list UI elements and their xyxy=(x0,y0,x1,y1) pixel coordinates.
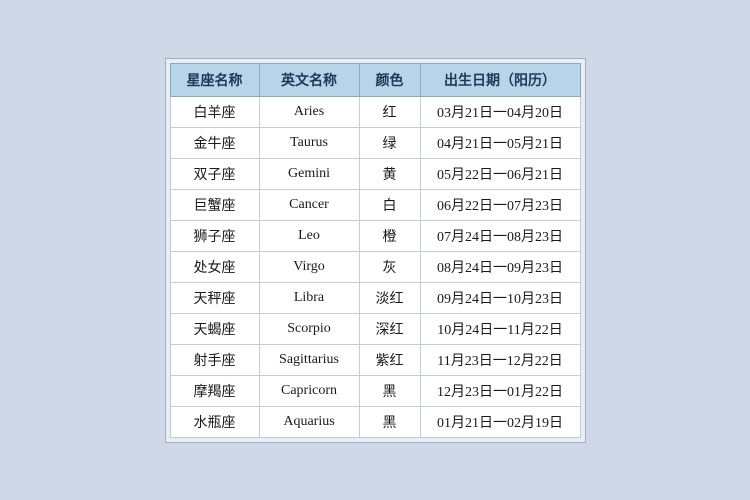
zodiac-table-container: 星座名称 英文名称 颜色 出生日期（阳历） 白羊座Aries红03月21日一04… xyxy=(165,58,586,443)
cell-date: 03月21日一04月20日 xyxy=(420,96,580,127)
table-row: 天秤座Libra淡红09月24日一10月23日 xyxy=(170,282,580,313)
cell-color: 深红 xyxy=(359,313,420,344)
cell-en: Leo xyxy=(259,220,359,251)
cell-date: 12月23日一01月22日 xyxy=(420,375,580,406)
cell-en: Libra xyxy=(259,282,359,313)
table-row: 金牛座Taurus绿04月21日一05月21日 xyxy=(170,127,580,158)
table-row: 处女座Virgo灰08月24日一09月23日 xyxy=(170,251,580,282)
cell-en: Capricorn xyxy=(259,375,359,406)
cell-en: Scorpio xyxy=(259,313,359,344)
table-header-row: 星座名称 英文名称 颜色 出生日期（阳历） xyxy=(170,63,580,96)
cell-date: 07月24日一08月23日 xyxy=(420,220,580,251)
table-row: 白羊座Aries红03月21日一04月20日 xyxy=(170,96,580,127)
cell-color: 橙 xyxy=(359,220,420,251)
table-row: 狮子座Leo橙07月24日一08月23日 xyxy=(170,220,580,251)
cell-zh: 白羊座 xyxy=(170,96,259,127)
cell-color: 黑 xyxy=(359,375,420,406)
cell-date: 08月24日一09月23日 xyxy=(420,251,580,282)
cell-date: 05月22日一06月21日 xyxy=(420,158,580,189)
header-zh: 星座名称 xyxy=(170,63,259,96)
table-row: 摩羯座Capricorn黑12月23日一01月22日 xyxy=(170,375,580,406)
cell-zh: 天秤座 xyxy=(170,282,259,313)
cell-en: Taurus xyxy=(259,127,359,158)
cell-zh: 金牛座 xyxy=(170,127,259,158)
cell-color: 紫红 xyxy=(359,344,420,375)
cell-zh: 双子座 xyxy=(170,158,259,189)
cell-en: Virgo xyxy=(259,251,359,282)
cell-color: 淡红 xyxy=(359,282,420,313)
cell-date: 11月23日一12月22日 xyxy=(420,344,580,375)
cell-zh: 天蝎座 xyxy=(170,313,259,344)
cell-date: 01月21日一02月19日 xyxy=(420,406,580,437)
table-row: 水瓶座Aquarius黑01月21日一02月19日 xyxy=(170,406,580,437)
cell-en: Aquarius xyxy=(259,406,359,437)
table-row: 射手座Sagittarius紫红11月23日一12月22日 xyxy=(170,344,580,375)
header-en: 英文名称 xyxy=(259,63,359,96)
cell-zh: 巨蟹座 xyxy=(170,189,259,220)
cell-zh: 摩羯座 xyxy=(170,375,259,406)
table-row: 天蝎座Scorpio深红10月24日一11月22日 xyxy=(170,313,580,344)
cell-zh: 狮子座 xyxy=(170,220,259,251)
cell-date: 04月21日一05月21日 xyxy=(420,127,580,158)
header-color: 颜色 xyxy=(359,63,420,96)
cell-zh: 射手座 xyxy=(170,344,259,375)
zodiac-table: 星座名称 英文名称 颜色 出生日期（阳历） 白羊座Aries红03月21日一04… xyxy=(170,63,581,438)
cell-color: 红 xyxy=(359,96,420,127)
cell-color: 白 xyxy=(359,189,420,220)
cell-zh: 处女座 xyxy=(170,251,259,282)
table-body: 白羊座Aries红03月21日一04月20日金牛座Taurus绿04月21日一0… xyxy=(170,96,580,437)
cell-en: Sagittarius xyxy=(259,344,359,375)
cell-color: 黄 xyxy=(359,158,420,189)
cell-date: 06月22日一07月23日 xyxy=(420,189,580,220)
cell-date: 10月24日一11月22日 xyxy=(420,313,580,344)
table-row: 巨蟹座Cancer白06月22日一07月23日 xyxy=(170,189,580,220)
cell-color: 绿 xyxy=(359,127,420,158)
cell-en: Gemini xyxy=(259,158,359,189)
cell-date: 09月24日一10月23日 xyxy=(420,282,580,313)
cell-color: 灰 xyxy=(359,251,420,282)
cell-en: Cancer xyxy=(259,189,359,220)
cell-en: Aries xyxy=(259,96,359,127)
table-row: 双子座Gemini黄05月22日一06月21日 xyxy=(170,158,580,189)
cell-color: 黑 xyxy=(359,406,420,437)
header-date: 出生日期（阳历） xyxy=(420,63,580,96)
cell-zh: 水瓶座 xyxy=(170,406,259,437)
